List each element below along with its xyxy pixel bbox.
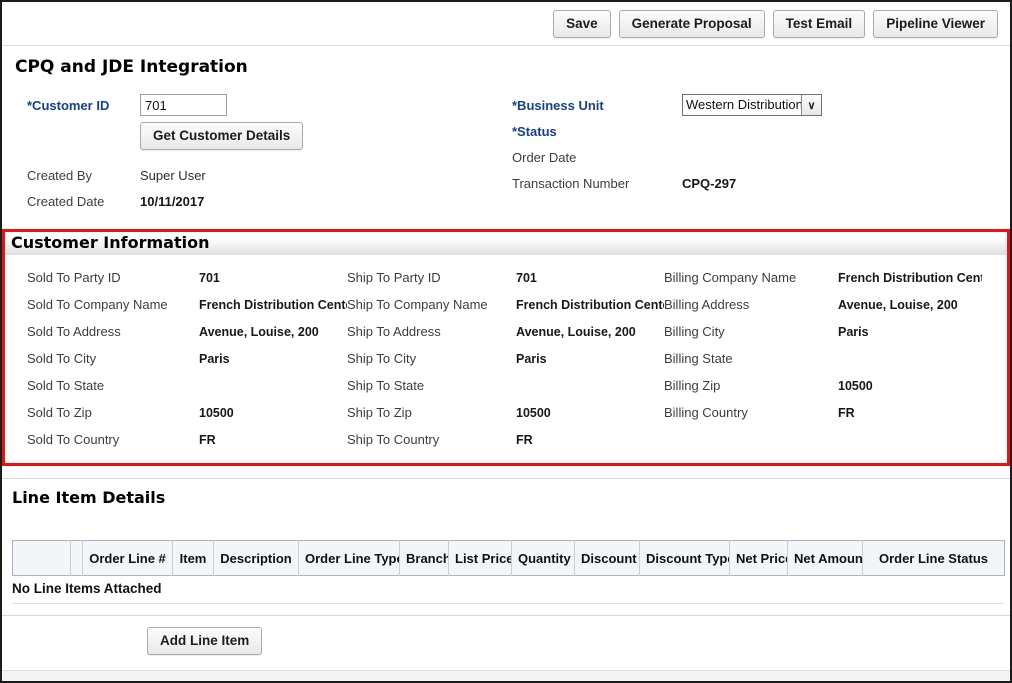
business-unit-selected-value: Western Distribution xyxy=(683,95,801,115)
billing-city-label: Billing City xyxy=(664,324,838,339)
billing-company-name-value: French Distribution Center xyxy=(838,271,982,285)
customer-id-input[interactable] xyxy=(140,94,227,116)
sold-to-party-id-label: Sold To Party ID xyxy=(27,270,199,285)
sold-to-city-value: Paris xyxy=(199,352,347,366)
created-by-label: Created By xyxy=(27,168,140,183)
ship-to-party-id-value: 701 xyxy=(516,271,664,285)
transaction-number-label: Transaction Number xyxy=(512,176,682,191)
ship-to-party-id-label: Ship To Party ID xyxy=(347,270,516,285)
billing-column: Billing Company NameFrench Distribution … xyxy=(664,264,982,453)
customer-information-heading: Customer Information xyxy=(5,232,1007,255)
test-email-button[interactable]: Test Email xyxy=(773,10,866,38)
created-date-label: Created Date xyxy=(27,194,140,209)
column-header-discount: Discount xyxy=(575,541,640,576)
sold-to-zip-value: 10500 xyxy=(199,406,347,420)
billing-state-label: Billing State xyxy=(664,351,838,366)
order-date-label: Order Date xyxy=(512,150,682,165)
sold-to-address-label: Sold To Address xyxy=(27,324,199,339)
status-label: *Status xyxy=(512,124,682,139)
column-header-quantity: Quantity xyxy=(512,541,575,576)
sold-to-party-id-value: 701 xyxy=(199,271,347,285)
no-line-items-message: No Line Items Attached xyxy=(12,576,1004,604)
billing-zip-label: Billing Zip xyxy=(664,378,838,393)
ship-to-zip-value: 10500 xyxy=(516,406,664,420)
header-form-left-column: *Customer ID Get Customer Details Create… xyxy=(27,92,512,214)
section-divider xyxy=(2,615,1010,616)
line-items-table: Order Line # Item Description Order Line… xyxy=(12,540,1005,576)
billing-address-value: Avenue, Louise, 200 xyxy=(838,298,982,312)
column-header-net-amount: Net Amount xyxy=(788,541,863,576)
add-line-item-button[interactable]: Add Line Item xyxy=(147,627,262,655)
created-date-value: 10/11/2017 xyxy=(140,194,204,209)
column-header-list-price: List Price xyxy=(449,541,512,576)
billing-zip-value: 10500 xyxy=(838,379,982,393)
line-item-details-heading: Line Item Details xyxy=(12,488,1010,507)
column-header-item: Item xyxy=(173,541,214,576)
footer-strip xyxy=(2,670,1010,681)
customer-id-label: *Customer ID xyxy=(27,98,140,113)
toolbar: Save Generate Proposal Test Email Pipeli… xyxy=(2,2,1010,46)
created-by-value: Super User xyxy=(140,168,206,183)
column-header-order-line-type: Order Line Type xyxy=(299,541,400,576)
ship-to-address-label: Ship To Address xyxy=(347,324,516,339)
sold-to-company-name-label: Sold To Company Name xyxy=(27,297,199,312)
column-header-discount-type: Discount Type xyxy=(640,541,730,576)
billing-address-label: Billing Address xyxy=(664,297,838,312)
column-header-branch: Branch xyxy=(400,541,449,576)
column-header-order-line-status: Order Line Status xyxy=(863,541,1005,576)
ship-to-country-value: FR xyxy=(516,433,664,447)
table-header-row: Order Line # Item Description Order Line… xyxy=(13,541,1005,576)
column-header-blank-2 xyxy=(71,541,83,576)
section-divider xyxy=(2,478,1010,479)
business-unit-select[interactable]: Western Distribution ∨ xyxy=(682,94,822,116)
transaction-number-value: CPQ-297 xyxy=(682,176,736,191)
ship-to-zip-label: Ship To Zip xyxy=(347,405,516,420)
save-button[interactable]: Save xyxy=(553,10,611,38)
generate-proposal-button[interactable]: Generate Proposal xyxy=(619,10,765,38)
ship-to-city-label: Ship To City xyxy=(347,351,516,366)
billing-country-label: Billing Country xyxy=(664,405,838,420)
sold-to-zip-label: Sold To Zip xyxy=(27,405,199,420)
sold-to-state-label: Sold To State xyxy=(27,378,199,393)
sold-to-address-value: Avenue, Louise, 200 xyxy=(199,325,347,339)
cpq-jde-integration-page: Save Generate Proposal Test Email Pipeli… xyxy=(0,0,1012,683)
billing-city-value: Paris xyxy=(838,325,982,339)
customer-information-section: Customer Information Sold To Party ID701… xyxy=(2,229,1010,466)
ship-to-column: Ship To Party ID701 Ship To Company Name… xyxy=(347,264,664,453)
sold-to-country-label: Sold To Country xyxy=(27,432,199,447)
column-header-blank-1 xyxy=(13,541,71,576)
business-unit-label: *Business Unit xyxy=(512,98,682,113)
ship-to-company-name-value: French Distribution Center xyxy=(516,298,664,312)
ship-to-state-label: Ship To State xyxy=(347,378,516,393)
ship-to-city-value: Paris xyxy=(516,352,664,366)
sold-to-company-name-value: French Distribution Center xyxy=(199,298,347,312)
chevron-down-icon[interactable]: ∨ xyxy=(801,95,821,115)
pipeline-viewer-button[interactable]: Pipeline Viewer xyxy=(873,10,998,38)
column-header-net-price: Net Price xyxy=(730,541,788,576)
page-title: CPQ and JDE Integration xyxy=(15,57,1010,77)
header-form: *Customer ID Get Customer Details Create… xyxy=(2,92,1010,214)
column-header-description: Description xyxy=(214,541,299,576)
billing-company-name-label: Billing Company Name xyxy=(664,270,838,285)
ship-to-address-value: Avenue, Louise, 200 xyxy=(516,325,664,339)
sold-to-city-label: Sold To City xyxy=(27,351,199,366)
billing-country-value: FR xyxy=(838,406,982,420)
get-customer-details-button[interactable]: Get Customer Details xyxy=(140,122,303,150)
header-form-right-column: *Business Unit Western Distribution ∨ *S… xyxy=(512,92,992,214)
customer-information-grid: Sold To Party ID701 Sold To Company Name… xyxy=(5,255,1007,463)
sold-to-column: Sold To Party ID701 Sold To Company Name… xyxy=(27,264,347,453)
ship-to-country-label: Ship To Country xyxy=(347,432,516,447)
column-header-order-line-number: Order Line # xyxy=(83,541,173,576)
sold-to-country-value: FR xyxy=(199,433,347,447)
ship-to-company-name-label: Ship To Company Name xyxy=(347,297,516,312)
